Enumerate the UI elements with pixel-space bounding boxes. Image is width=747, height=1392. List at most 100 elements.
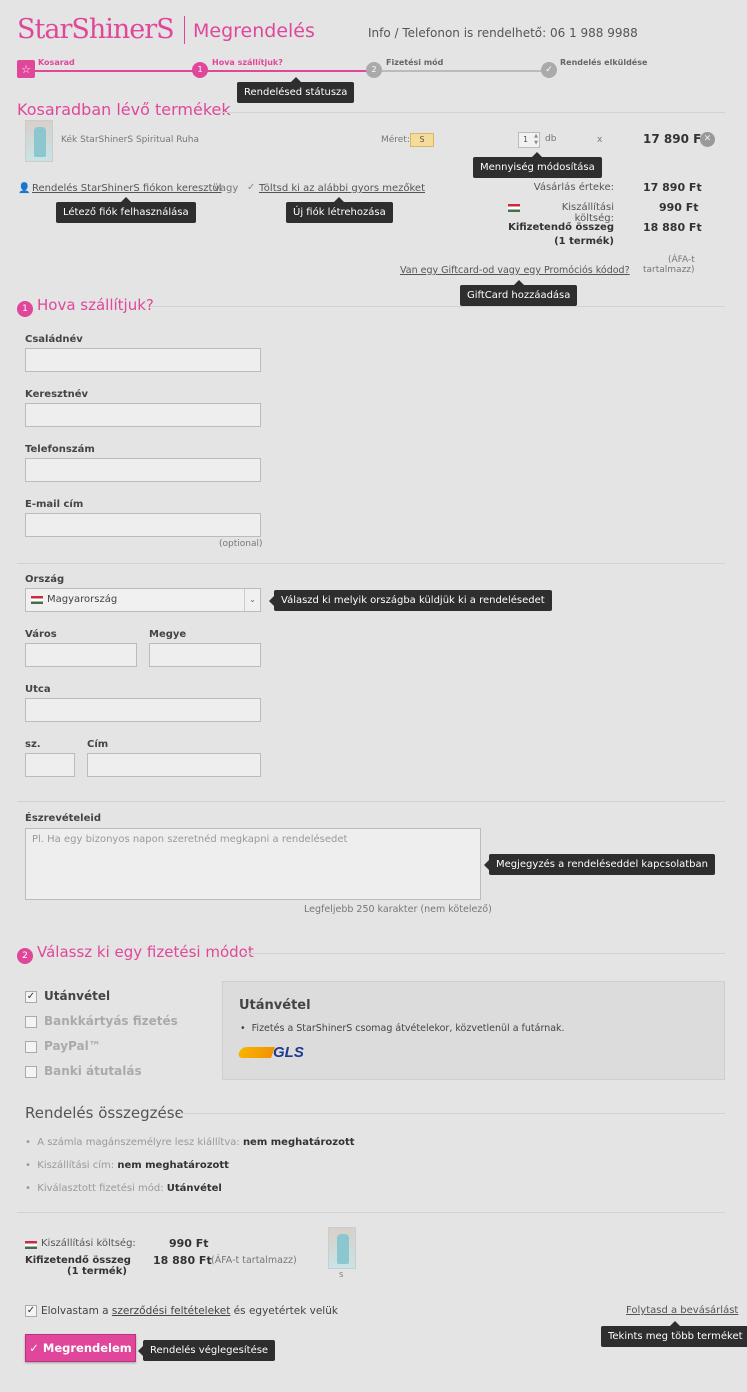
summary-invoice: • A számla magánszemélyre lesz kiállítva… bbox=[25, 1137, 355, 1148]
tooltip-new-account: Új fiók létrehozása bbox=[286, 197, 393, 223]
or-text: vagy bbox=[214, 183, 239, 194]
shipping-cost-label: Kiszállítási költség: bbox=[561, 202, 614, 224]
notes-label: Észrevételeid bbox=[25, 813, 101, 824]
shipping-heading: Hova szállítjuk? bbox=[37, 296, 154, 314]
summary-product-thumbnail[interactable] bbox=[328, 1227, 356, 1269]
divider bbox=[17, 563, 725, 564]
payment-option-transfer[interactable]: Banki átutalás bbox=[44, 1064, 142, 1078]
house-number-input[interactable] bbox=[25, 753, 75, 777]
firstname-input[interactable] bbox=[25, 403, 261, 427]
total-label: Kifizetendő összeg bbox=[508, 222, 614, 233]
remove-item-icon[interactable]: ✕ bbox=[700, 132, 715, 147]
phone-input[interactable] bbox=[25, 458, 261, 482]
street-input[interactable] bbox=[25, 698, 261, 722]
progress-line-todo bbox=[374, 70, 549, 72]
divider bbox=[220, 112, 725, 113]
lastname-input[interactable] bbox=[25, 348, 261, 372]
vat-note-1: (ÁFA-t bbox=[668, 255, 695, 265]
payment-option-cod-checkbox[interactable]: ✓ bbox=[25, 991, 37, 1003]
payment-panel-title: Utánvétel bbox=[239, 998, 311, 1013]
phone-label: Telefonszám bbox=[25, 444, 95, 455]
header-info: Info / Telefonon is rendelhető: 06 1 988… bbox=[368, 26, 638, 40]
gls-text: GLS bbox=[273, 1044, 304, 1061]
order-summary-heading: Rendelés összegzése bbox=[25, 1104, 184, 1122]
optional-hint: (optional) bbox=[219, 539, 263, 549]
tooltip-notes: Megjegyzés a rendeléseddel kapcsolatban bbox=[484, 854, 715, 875]
city-label: Város bbox=[25, 629, 57, 640]
product-price: 17 890 Ft bbox=[643, 132, 708, 146]
final-total-subtext: (1 termék) bbox=[67, 1266, 127, 1277]
final-shipping-value: 990 Ft bbox=[169, 1237, 209, 1250]
cart-heading: Kosaradban lévő termékek bbox=[17, 100, 231, 119]
house-number-label: sz. bbox=[25, 739, 41, 750]
tooltip-more-products: Tekints meg több terméket bbox=[601, 1321, 747, 1347]
tooltip-finalize: Rendelés véglegesítése bbox=[137, 1340, 276, 1361]
size-value: S bbox=[410, 133, 434, 147]
hungary-flag-icon bbox=[31, 596, 43, 604]
hungary-flag-icon bbox=[508, 204, 520, 212]
total-subtext: (1 termék) bbox=[554, 236, 614, 247]
user-icon: 👤 bbox=[18, 183, 31, 194]
email-input[interactable] bbox=[25, 513, 261, 537]
payment-option-paypal[interactable]: PayPal™ bbox=[44, 1039, 101, 1053]
email-label: E-mail cím bbox=[25, 499, 84, 510]
quantity-stepper[interactable]: 1 ▲ ▼ bbox=[518, 132, 540, 148]
notes-textarea[interactable]: Pl. Ha egy bizonyos napon szeretnéd megk… bbox=[25, 828, 481, 900]
purchase-label: Vásárlás érteke: bbox=[533, 182, 614, 193]
product-thumbnail[interactable] bbox=[25, 120, 53, 162]
final-total-value: 18 880 Ft bbox=[153, 1254, 212, 1267]
vat-note-2: tartalmazz) bbox=[643, 265, 695, 275]
final-vat-note: (ÁFA-t tartalmazz) bbox=[211, 1255, 297, 1266]
final-total-label: Kifizetendő összeg bbox=[25, 1255, 131, 1266]
payment-option-transfer-checkbox[interactable] bbox=[25, 1066, 37, 1078]
stepper-arrows-icon[interactable]: ▲ ▼ bbox=[534, 133, 538, 147]
country-select[interactable]: Magyarország ⌄ bbox=[25, 588, 261, 612]
tooltip-existing-account: Létező fiók felhasználása bbox=[56, 197, 196, 223]
gls-swoosh-icon bbox=[236, 1047, 276, 1058]
firstname-label: Keresztnév bbox=[25, 389, 89, 400]
address-label: Cím bbox=[87, 739, 109, 750]
payment-option-card[interactable]: Bankkártyás fizetés bbox=[44, 1014, 178, 1028]
page-title: Megrendelés bbox=[193, 20, 315, 42]
step-send-label: Rendelés elküldése bbox=[560, 58, 648, 67]
payment-option-card-checkbox[interactable] bbox=[25, 1016, 37, 1028]
login-link[interactable]: Rendelés StarShinerS fiókon keresztül bbox=[32, 183, 222, 194]
logo[interactable]: StarShinerS bbox=[17, 14, 175, 45]
fill-fields-link[interactable]: Töltsd ki az alábbi gyors mezőket bbox=[259, 183, 425, 194]
country-value: Magyarország bbox=[47, 594, 118, 605]
tooltip-quantity: Mennyiség módosítása bbox=[473, 152, 602, 178]
final-shipping-label: Kiszállítási költség: bbox=[41, 1238, 136, 1249]
terms-text: Elolvastam a szerződési feltételeket és … bbox=[41, 1305, 338, 1317]
gls-logo: GLS bbox=[236, 1044, 311, 1062]
size-label: Méret: bbox=[381, 135, 410, 145]
continue-shopping-link[interactable]: Folytasd a bevásárlást bbox=[626, 1305, 738, 1316]
order-submit-button[interactable]: ✓ Megrendelem bbox=[25, 1334, 136, 1362]
address-input[interactable] bbox=[87, 753, 261, 777]
payment-option-paypal-checkbox[interactable] bbox=[25, 1041, 37, 1053]
chevron-down-icon[interactable]: ⌄ bbox=[244, 589, 260, 611]
product-name[interactable]: Kék StarShinerS Spiritual Ruha bbox=[61, 135, 199, 145]
divider bbox=[180, 1113, 725, 1114]
notes-hint: Legfeljebb 250 karakter (nem kötelező) bbox=[304, 904, 492, 915]
payment-option-cod[interactable]: Utánvétel bbox=[44, 989, 110, 1003]
payment-heading: Válassz ki egy fizetési módot bbox=[37, 943, 254, 961]
bag-icon[interactable]: ☆ bbox=[17, 60, 35, 78]
city-input[interactable] bbox=[25, 643, 137, 667]
divider bbox=[17, 1212, 725, 1213]
terms-link[interactable]: szerződési feltételeket bbox=[112, 1305, 230, 1317]
header-divider bbox=[184, 16, 185, 44]
divider bbox=[150, 306, 725, 307]
giftcard-link[interactable]: Van egy Giftcard-od vagy egy Promóciós k… bbox=[400, 265, 630, 276]
terms-checkbox[interactable]: ✓ bbox=[25, 1305, 37, 1317]
step-shipping-label: Hova szállítjuk? bbox=[212, 58, 283, 67]
quantity-unit: db bbox=[545, 134, 557, 144]
county-input[interactable] bbox=[149, 643, 261, 667]
divider bbox=[17, 801, 725, 802]
divider bbox=[242, 953, 725, 954]
step-cart-label[interactable]: Kosarad bbox=[38, 58, 75, 67]
summary-product-size: S bbox=[339, 1271, 344, 1279]
quantity-value: 1 bbox=[523, 135, 529, 144]
check-icon: ✓ bbox=[247, 182, 256, 193]
times-sign: x bbox=[597, 135, 603, 145]
shipping-cost-value: 990 Ft bbox=[659, 201, 699, 214]
